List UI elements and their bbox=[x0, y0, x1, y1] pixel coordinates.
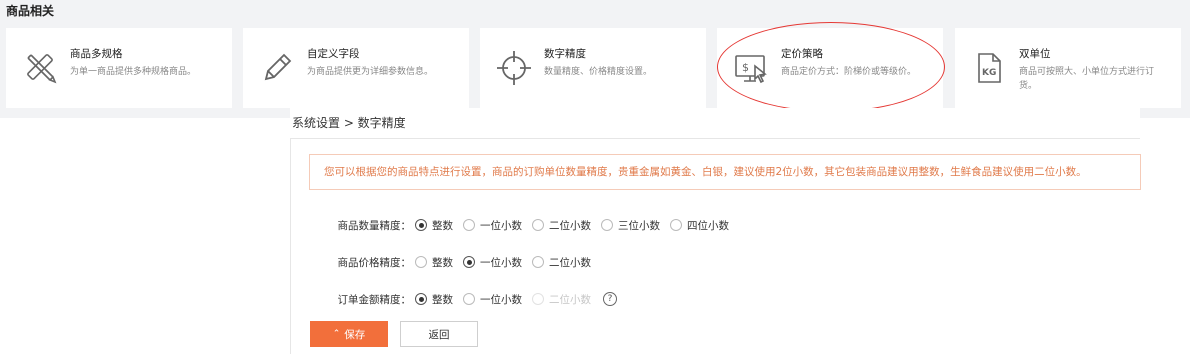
radio[interactable] bbox=[463, 293, 475, 305]
card-multi-spec[interactable]: 商品多规格 为单一商品提供多种规格商品。 bbox=[6, 28, 232, 108]
svg-text:$: $ bbox=[742, 61, 749, 74]
card-title: 自定义字段 bbox=[307, 48, 360, 60]
card-number-precision[interactable]: 数字精度 数量精度、价格精度设置。 bbox=[480, 28, 706, 108]
radio-selected[interactable] bbox=[415, 293, 427, 305]
price-option-integer[interactable]: 整数 bbox=[415, 255, 453, 270]
quantity-option-2dp[interactable]: 二位小数 bbox=[532, 218, 591, 233]
amount-option-1dp[interactable]: 一位小数 bbox=[463, 292, 522, 307]
card-desc: 商品可按照大、小单位方式进行订货。 bbox=[1019, 67, 1155, 91]
radio[interactable] bbox=[532, 256, 544, 268]
quantity-option-4dp[interactable]: 四位小数 bbox=[670, 218, 729, 233]
quantity-option-1dp[interactable]: 一位小数 bbox=[463, 218, 522, 233]
card-title: 定价策略 bbox=[781, 48, 823, 60]
price-option-2dp[interactable]: 二位小数 bbox=[532, 255, 591, 270]
top-band: 商品相关 商品多规格 为单一商品提供多种规格商品。 自定义字段 为商品提供更为详… bbox=[0, 0, 1190, 118]
radio[interactable] bbox=[532, 219, 544, 231]
pencil-icon bbox=[264, 53, 292, 81]
radio[interactable] bbox=[601, 219, 613, 231]
back-button[interactable]: 返回 bbox=[400, 321, 478, 347]
radio-selected[interactable] bbox=[415, 219, 427, 231]
radio[interactable] bbox=[415, 256, 427, 268]
tip-banner: 您可以根据您的商品特点进行设置，商品的订购单位数量精度，贵重金属如黄金、白银，建… bbox=[309, 154, 1141, 190]
card-desc: 为单一商品提供多种规格商品。 bbox=[70, 67, 197, 77]
card-title: 数字精度 bbox=[544, 48, 586, 60]
amount-option-integer[interactable]: 整数 bbox=[415, 292, 453, 307]
crosshair-icon bbox=[497, 51, 531, 85]
radio[interactable] bbox=[463, 219, 475, 231]
pricing-monitor-icon: $ bbox=[735, 55, 767, 84]
quantity-precision-label: 商品数量精度： bbox=[337, 219, 412, 232]
quantity-option-3dp[interactable]: 三位小数 bbox=[601, 218, 660, 233]
chevron-up-icon: ⌃ bbox=[332, 329, 341, 339]
card-desc: 商品定价方式：阶梯价或等级价。 bbox=[781, 67, 917, 77]
amount-option-2dp: 二位小数 bbox=[532, 292, 591, 307]
card-dual-unit[interactable]: KG 双单位 商品可按照大、小单位方式进行订货。 bbox=[955, 28, 1181, 108]
card-title: 双单位 bbox=[1019, 48, 1051, 60]
breadcrumb: 系统设置 > 数字精度 bbox=[292, 116, 406, 130]
card-desc: 数量精度、价格精度设置。 bbox=[544, 67, 653, 77]
kg-file-icon: KG bbox=[978, 53, 1001, 83]
price-precision-row: 商品价格精度： 整数 一位小数 二位小数 bbox=[291, 252, 601, 272]
radio[interactable] bbox=[670, 219, 682, 231]
save-button[interactable]: ⌃ 保存 bbox=[310, 321, 388, 347]
radio-selected[interactable] bbox=[463, 256, 475, 268]
amount-precision-label: 订单金额精度： bbox=[337, 293, 412, 306]
section-title: 商品相关 bbox=[6, 4, 55, 18]
radio-disabled bbox=[532, 293, 544, 305]
help-icon[interactable]: ? bbox=[603, 292, 617, 306]
price-option-1dp[interactable]: 一位小数 bbox=[463, 255, 522, 270]
card-custom-field[interactable]: 自定义字段 为商品提供更为详细参数信息。 bbox=[243, 28, 469, 108]
card-title: 商品多规格 bbox=[70, 48, 123, 60]
quantity-precision-row: 商品数量精度： 整数 一位小数 二位小数 三位小数 四位小数 bbox=[291, 215, 739, 235]
settings-panel: 系统设置 > 数字精度 您可以根据您的商品特点进行设置，商品的订购单位数量精度，… bbox=[290, 108, 1141, 354]
quantity-option-integer[interactable]: 整数 bbox=[415, 218, 453, 233]
card-desc: 为商品提供更为详细参数信息。 bbox=[307, 67, 434, 77]
card-pricing-strategy[interactable]: $ 定价策略 商品定价方式：阶梯价或等级价。 bbox=[717, 28, 943, 108]
svg-text:KG: KG bbox=[982, 68, 996, 78]
amount-precision-row: 订单金额精度： 整数 一位小数 二位小数 ? bbox=[291, 289, 617, 309]
price-precision-label: 商品价格精度： bbox=[337, 256, 412, 269]
tools-icon bbox=[27, 54, 57, 84]
